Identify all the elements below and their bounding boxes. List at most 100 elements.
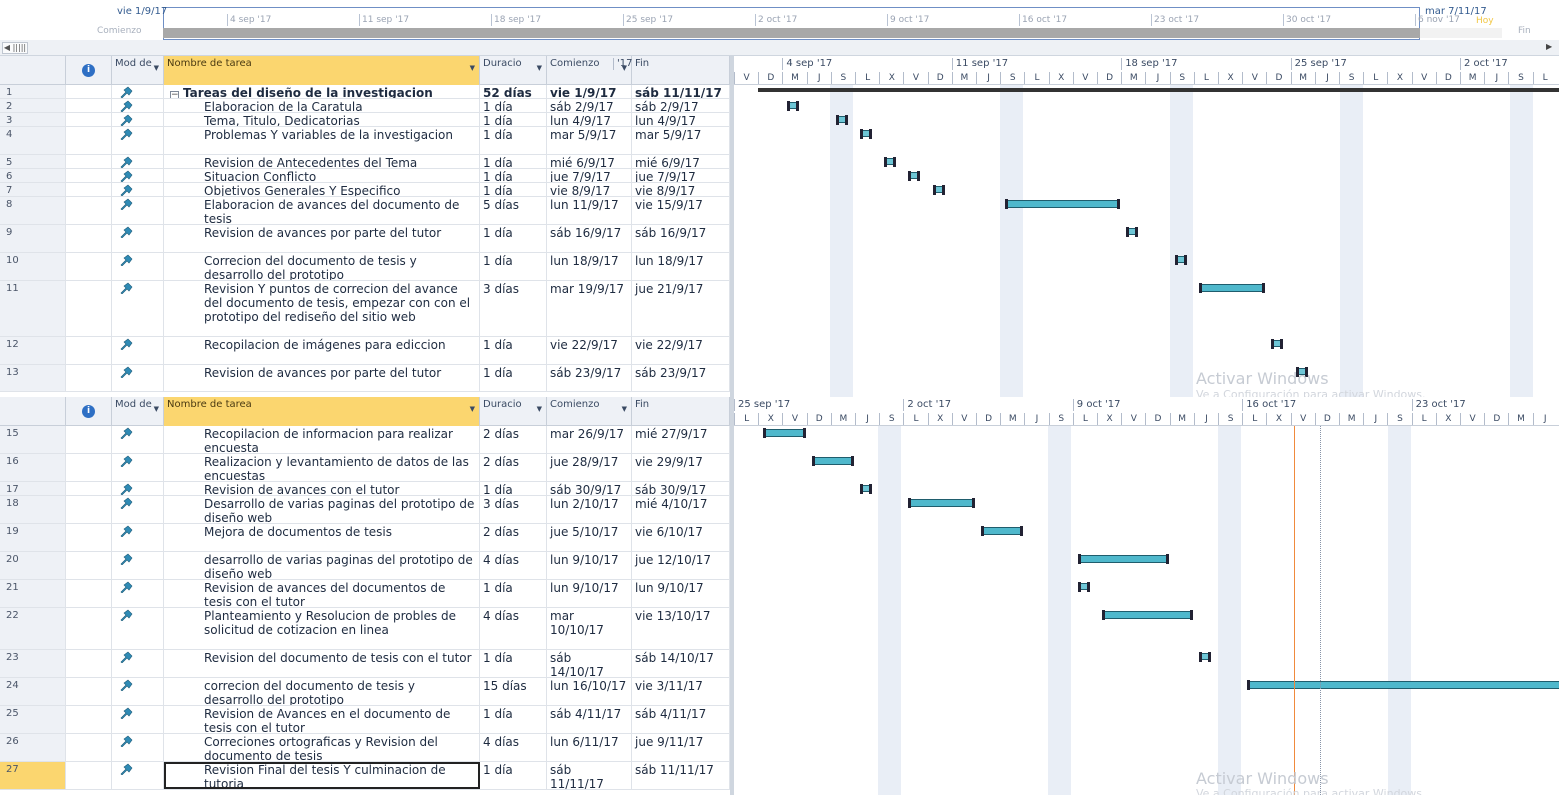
- collapse-icon[interactable]: −: [170, 91, 179, 98]
- task-row[interactable]: 5 Revision de Antecedentes del Tema 1 día m…: [0, 155, 730, 169]
- task-indicators[interactable]: [66, 608, 112, 649]
- task-start[interactable]: sáb 23/9/17: [547, 365, 632, 391]
- task-row[interactable]: 6 Situacion Conflicto 1 día jue 7/9/17 jue 7…: [0, 169, 730, 183]
- scroll-left-button[interactable]: ◀ |||||: [2, 42, 28, 54]
- chevron-down-icon[interactable]: ▼: [537, 63, 542, 74]
- timeline-view[interactable]: 4 sep '17 11 sep '17 18 sep '17 25 sep '17 2…: [0, 0, 1559, 40]
- task-finish[interactable]: jue 9/11/17: [632, 734, 730, 761]
- task-mode[interactable]: [112, 552, 164, 579]
- task-mode[interactable]: [112, 155, 164, 168]
- task-finish[interactable]: sáb 16/9/17: [632, 225, 730, 252]
- task-id[interactable]: 3: [0, 113, 66, 126]
- task-bar[interactable]: [908, 498, 975, 508]
- task-name[interactable]: Elaboracion de avances del documento de …: [164, 197, 480, 224]
- task-mode[interactable]: [112, 127, 164, 154]
- task-mode[interactable]: [112, 524, 164, 551]
- task-name[interactable]: Objetivos Generales Y Especifico: [164, 183, 480, 196]
- task-row[interactable]: 9 Revision de avances por parte del tutor…: [0, 225, 730, 253]
- task-bar[interactable]: [787, 101, 800, 111]
- task-duration[interactable]: 1 día: [480, 365, 547, 391]
- task-start[interactable]: mar 5/9/17: [547, 127, 632, 154]
- task-bar[interactable]: [1198, 652, 1211, 662]
- task-duration[interactable]: 1 día: [480, 762, 547, 789]
- task-mode[interactable]: [112, 183, 164, 196]
- task-id[interactable]: 2: [0, 99, 66, 112]
- task-name[interactable]: Recopilacion de imágenes para ediccion: [164, 337, 480, 364]
- task-name[interactable]: Revision Y puntos de correcion del avanc…: [164, 281, 480, 336]
- task-mode[interactable]: [112, 113, 164, 126]
- task-duration[interactable]: 4 días: [480, 608, 547, 649]
- task-duration[interactable]: 1 día: [480, 482, 547, 495]
- task-finish[interactable]: vie 29/9/17: [632, 454, 730, 481]
- chevron-down-icon[interactable]: ▼: [470, 404, 475, 415]
- task-mode[interactable]: [112, 99, 164, 112]
- task-duration[interactable]: 3 días: [480, 281, 547, 336]
- task-name[interactable]: Situacion Conflicto: [164, 169, 480, 182]
- task-mode[interactable]: [112, 580, 164, 607]
- task-row[interactable]: 7 Objetivos Generales Y Especifico 1 día vi…: [0, 183, 730, 197]
- task-indicators[interactable]: [66, 127, 112, 154]
- task-id[interactable]: 20: [0, 552, 66, 579]
- task-id[interactable]: 15: [0, 426, 66, 453]
- task-finish[interactable]: sáb 4/11/17: [632, 706, 730, 733]
- chevron-down-icon[interactable]: ▼: [470, 63, 475, 74]
- task-bar[interactable]: [908, 171, 921, 181]
- task-mode[interactable]: [112, 365, 164, 391]
- task-id[interactable]: 12: [0, 337, 66, 364]
- id-column-header[interactable]: [0, 397, 66, 426]
- task-start[interactable]: mié 6/9/17: [547, 155, 632, 168]
- task-id[interactable]: 22: [0, 608, 66, 649]
- task-finish[interactable]: mié 4/10/17: [632, 496, 730, 523]
- summary-bar[interactable]: [758, 88, 1559, 92]
- task-row[interactable]: 23 Revision del documento de tesis con el…: [0, 650, 730, 678]
- task-finish[interactable]: vie 8/9/17: [632, 183, 730, 196]
- task-name[interactable]: Revision de avances por parte del tutor: [164, 225, 480, 252]
- task-id[interactable]: 24: [0, 678, 66, 705]
- task-duration[interactable]: 5 días: [480, 197, 547, 224]
- task-row[interactable]: 21 Revision de avances del documentos de …: [0, 580, 730, 608]
- task-mode[interactable]: [112, 281, 164, 336]
- task-finish[interactable]: vie 13/10/17: [632, 608, 730, 649]
- task-start[interactable]: sáb 16/9/17: [547, 225, 632, 252]
- task-start[interactable]: vie 22/9/17: [547, 337, 632, 364]
- horizontal-scroll-strip[interactable]: ◀ ||||| ▶: [0, 40, 1559, 56]
- task-bar[interactable]: [1077, 582, 1090, 592]
- task-row[interactable]: 25 Revision de Avances en el documento de…: [0, 706, 730, 734]
- task-mode[interactable]: [112, 482, 164, 495]
- task-id[interactable]: 4: [0, 127, 66, 154]
- task-duration[interactable]: 1 día: [480, 99, 547, 112]
- task-duration[interactable]: 3 días: [480, 496, 547, 523]
- indicators-column-header[interactable]: i: [66, 397, 112, 426]
- task-id[interactable]: 21: [0, 580, 66, 607]
- task-duration[interactable]: 4 días: [480, 734, 547, 761]
- task-start[interactable]: vie 1/9/17: [547, 85, 632, 98]
- task-duration[interactable]: 1 día: [480, 169, 547, 182]
- task-start[interactable]: sáb 4/11/17: [547, 706, 632, 733]
- task-id[interactable]: 13: [0, 365, 66, 391]
- task-indicators[interactable]: [66, 113, 112, 126]
- finish-column-header[interactable]: Fin: [632, 56, 730, 85]
- task-row[interactable]: 2 Elaboracion de la Caratula 1 día sáb 2/9/…: [0, 99, 730, 113]
- task-row[interactable]: 4 Problemas Y variables de la investigaci…: [0, 127, 730, 155]
- task-start[interactable]: lun 9/10/17: [547, 580, 632, 607]
- gantt-bars-bottom[interactable]: [734, 426, 1559, 795]
- task-row[interactable]: 20 desarrollo de varias paginas del proto…: [0, 552, 730, 580]
- task-mode[interactable]: [112, 253, 164, 280]
- finish-column-header[interactable]: Fin: [632, 397, 730, 426]
- task-indicators[interactable]: [66, 99, 112, 112]
- task-duration[interactable]: 1 día: [480, 183, 547, 196]
- chevron-down-icon[interactable]: ▼: [622, 404, 627, 415]
- task-finish[interactable]: mié 27/9/17: [632, 426, 730, 453]
- task-bar[interactable]: [835, 115, 848, 125]
- task-indicators[interactable]: [66, 169, 112, 182]
- task-finish[interactable]: mar 5/9/17: [632, 127, 730, 154]
- task-name[interactable]: Recopilacion de informacion para realiza…: [164, 426, 480, 453]
- task-start[interactable]: lun 18/9/17: [547, 253, 632, 280]
- task-name[interactable]: Correcion del documento de tesis y desar…: [164, 253, 480, 280]
- task-id[interactable]: 10: [0, 253, 66, 280]
- start-column-header[interactable]: Comienzo ▼: [547, 397, 632, 426]
- task-indicators[interactable]: [66, 85, 112, 98]
- task-start[interactable]: mar 10/10/17: [547, 608, 632, 649]
- task-id[interactable]: 8: [0, 197, 66, 224]
- task-start[interactable]: sáb 14/10/17: [547, 650, 632, 677]
